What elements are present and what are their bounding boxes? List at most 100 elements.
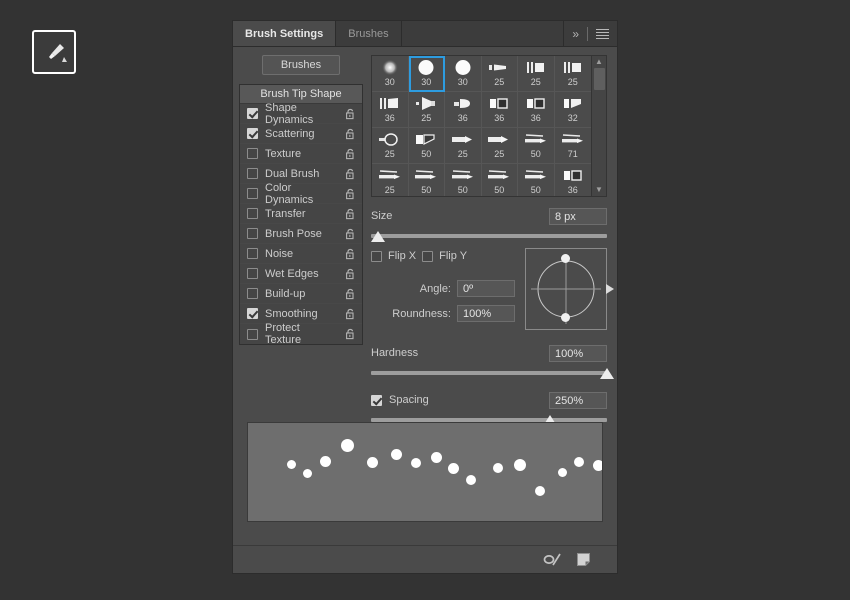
panel-menu-icon[interactable] xyxy=(596,28,609,39)
brushes-button[interactable]: Brushes xyxy=(262,55,340,75)
hardness-value-field[interactable]: 100% xyxy=(549,344,607,362)
brush-preset-cell[interactable]: 25 xyxy=(518,56,555,92)
scroll-up-icon[interactable]: ▲ xyxy=(595,58,603,66)
brush-tool-icon xyxy=(40,40,68,64)
brush-preset-cell[interactable]: 50 xyxy=(408,128,445,164)
lock-icon[interactable] xyxy=(345,188,356,200)
lock-icon[interactable] xyxy=(345,308,356,320)
brush-option-label: Brush Pose xyxy=(265,227,322,240)
spacing-checkbox[interactable] xyxy=(371,394,382,406)
brush-option-checkbox[interactable] xyxy=(247,188,258,199)
lock-icon[interactable] xyxy=(345,288,356,300)
brush-option-row[interactable]: Scattering xyxy=(240,124,362,144)
brush-preset-cell[interactable]: 36 xyxy=(481,92,518,128)
brush-option-row[interactable]: Protect Texture xyxy=(240,322,362,346)
tab-brush-settings[interactable]: Brush Settings xyxy=(233,21,337,46)
brush-option-row[interactable]: Wet Edges xyxy=(240,264,362,284)
angle-roundness-dial[interactable] xyxy=(525,248,614,330)
brush-preset-cell[interactable]: 50 xyxy=(518,164,555,196)
brush-option-checkbox[interactable] xyxy=(247,108,258,119)
collapse-panel-icon[interactable]: » xyxy=(572,27,579,41)
brush-preset-size: 50 xyxy=(530,149,541,159)
brush-option-checkbox[interactable] xyxy=(247,248,258,259)
lock-icon[interactable] xyxy=(345,268,356,280)
new-brush-preset-icon[interactable] xyxy=(576,552,591,567)
brush-option-checkbox[interactable] xyxy=(247,208,258,219)
size-slider-thumb[interactable] xyxy=(371,231,386,242)
toggle-live-tip-brush-icon[interactable] xyxy=(543,552,562,567)
lock-icon[interactable] xyxy=(345,108,356,120)
brush-preset-cell[interactable]: 30 xyxy=(372,56,409,92)
brush-option-row[interactable]: Noise xyxy=(240,244,362,264)
scrollbar-thumb[interactable] xyxy=(593,68,605,90)
size-slider-track[interactable] xyxy=(371,231,607,242)
brush-preset-cell[interactable]: 25 xyxy=(481,56,518,92)
brush-option-checkbox[interactable] xyxy=(247,148,258,159)
brush-preset-cell[interactable]: 25 xyxy=(481,128,518,164)
hardness-slider-thumb[interactable] xyxy=(600,368,614,379)
brush-preset-cell[interactable]: 25 xyxy=(372,164,409,196)
brush-option-checkbox[interactable] xyxy=(247,308,258,319)
roundness-row: Roundness: 100% xyxy=(371,305,515,322)
hardness-label: Hardness xyxy=(371,347,419,359)
dial-top-handle[interactable] xyxy=(561,254,570,263)
tab-brushes[interactable]: Brushes xyxy=(336,21,402,46)
brush-preset-cell[interactable]: 71 xyxy=(554,128,591,164)
lock-icon[interactable] xyxy=(345,228,356,240)
roundness-value-field[interactable]: 100% xyxy=(457,305,515,322)
brush-option-checkbox[interactable] xyxy=(247,228,258,239)
brush-tip-icon xyxy=(563,170,582,181)
brush-preset-grid[interactable]: 30 30 30 25 25 25 36 25 36 36 36 32 25 50 25 25 50 71 25 50… xyxy=(371,55,592,197)
brush-preset-cell[interactable]: 25 xyxy=(445,128,482,164)
lock-icon[interactable] xyxy=(345,248,356,260)
lock-icon[interactable] xyxy=(345,328,356,340)
brush-preset-cell[interactable]: 25 xyxy=(408,92,445,128)
brush-option-checkbox[interactable] xyxy=(247,328,258,340)
brush-preset-cell[interactable]: 50 xyxy=(445,164,482,196)
brush-preset-cell[interactable]: 32 xyxy=(554,92,591,128)
size-value-field[interactable]: 8 px xyxy=(549,207,607,225)
brush-option-checkbox[interactable] xyxy=(247,268,258,279)
brush-preset-cell[interactable]: 30 xyxy=(445,56,482,92)
scroll-down-icon[interactable]: ▼ xyxy=(595,186,603,194)
brush-option-row[interactable]: Build-up xyxy=(240,284,362,304)
brush-preset-cell[interactable]: 36 xyxy=(372,92,409,128)
brush-grid-scrollbar[interactable]: ▲ ▼ xyxy=(592,55,607,197)
brush-preset-size: 50 xyxy=(494,185,505,195)
brush-preset-cell[interactable]: 50 xyxy=(409,164,445,196)
angle-value-field[interactable]: 0º xyxy=(457,280,515,297)
brush-preset-cell[interactable]: 36 xyxy=(445,92,482,128)
brush-option-row[interactable]: Transfer xyxy=(240,204,362,224)
brush-tool-button[interactable] xyxy=(32,30,76,74)
dial-angle-arrow-icon[interactable] xyxy=(605,283,615,295)
brush-option-row[interactable]: Texture xyxy=(240,144,362,164)
preview-brush-dot xyxy=(447,462,459,474)
brush-preset-cell[interactable]: 36 xyxy=(518,92,555,128)
brush-option-row[interactable]: Smoothing xyxy=(240,304,362,324)
flip-x-checkbox[interactable] xyxy=(371,250,382,262)
brush-option-checkbox[interactable] xyxy=(247,128,258,139)
brush-option-row[interactable]: Color Dynamics xyxy=(240,182,362,206)
brush-preset-cell[interactable]: 25 xyxy=(554,56,591,92)
brush-preset-cell[interactable]: 50 xyxy=(518,128,555,164)
brush-preset-size: 25 xyxy=(421,113,432,123)
dial-bottom-handle[interactable] xyxy=(561,313,570,322)
lock-icon[interactable] xyxy=(345,128,356,140)
brush-preset-cell[interactable]: 30 xyxy=(408,56,445,92)
brush-option-checkbox[interactable] xyxy=(247,168,258,179)
brush-option-row[interactable]: Shape Dynamics xyxy=(240,102,362,126)
flip-y-checkbox[interactable] xyxy=(422,250,434,262)
brush-preset-thumbnail xyxy=(558,58,588,77)
brush-preset-cell[interactable]: 36 xyxy=(555,164,592,196)
spacing-value-field[interactable]: 250% xyxy=(549,391,607,409)
roundness-label: Roundness: xyxy=(392,307,451,320)
brush-option-row[interactable]: Brush Pose xyxy=(240,224,362,244)
lock-icon[interactable] xyxy=(345,168,356,180)
brush-tip-icon xyxy=(381,59,398,76)
brush-preset-cell[interactable]: 50 xyxy=(482,164,518,196)
brush-option-checkbox[interactable] xyxy=(247,288,258,299)
lock-icon[interactable] xyxy=(345,208,356,220)
brush-preset-cell[interactable]: 25 xyxy=(372,128,409,164)
hardness-slider-track[interactable] xyxy=(371,368,614,379)
lock-icon[interactable] xyxy=(345,148,356,160)
